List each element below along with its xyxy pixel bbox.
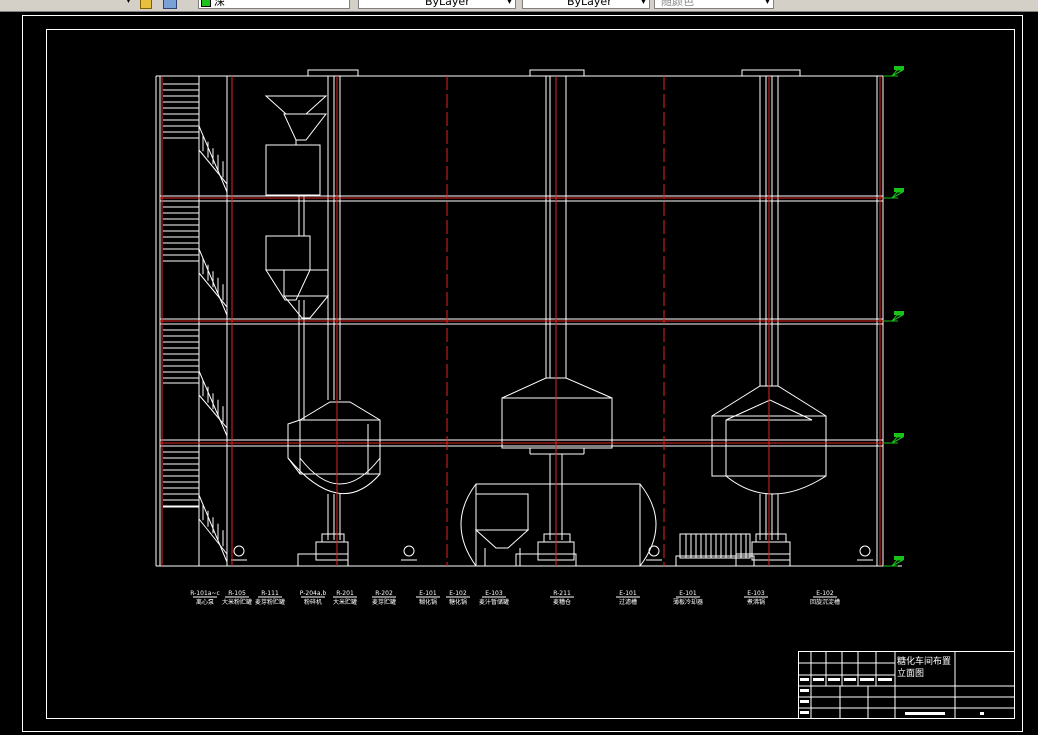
plate-cooler	[675, 533, 755, 567]
lineweight-dropdown[interactable]: 随颜色 ▼	[654, 0, 774, 9]
equipment-name: 麦芽贮罐	[372, 598, 396, 606]
equipment-name: 大米粉贮罐	[222, 598, 252, 606]
equipment-name: 麦汁暂储罐	[479, 598, 509, 606]
lineweight-value: 随颜色	[661, 0, 694, 8]
linetype-value: ByLayer	[567, 0, 612, 8]
equipment-name: 回旋沉淀槽	[810, 598, 840, 606]
linetype-dropdown[interactable]: ByLayer ▼	[522, 0, 650, 9]
equipment-name: 粉碎机	[304, 598, 322, 606]
equipment-tag: E-103	[747, 590, 765, 597]
color-dropdown[interactable]: ByLayer ▼	[358, 0, 516, 9]
equipment-tag: R-201	[336, 590, 354, 597]
title-line1: 糖化车间布置	[897, 655, 951, 667]
equipment-tag: P-204a,b	[300, 590, 327, 597]
layer-color-swatch	[201, 0, 211, 7]
equipment-tag: E-102	[816, 590, 834, 597]
title-block: 糖化车间布置 立面图	[798, 651, 1015, 719]
equipment-name: 麦糟仓	[553, 598, 571, 606]
layer-state-icon[interactable]	[163, 0, 177, 9]
equipment-label-row: R-101a~c离心泵 R-105大米粉贮罐 R-111麦芽粉贮罐 P-204a,b粉…	[190, 590, 840, 606]
chevron-down-icon[interactable]: ▼	[505, 0, 514, 6]
equipment-tag: R-211	[553, 590, 571, 597]
equipment-name: 大米贮罐	[333, 598, 357, 606]
equipment-name: 过滤槽	[619, 598, 637, 606]
drawing-canvas[interactable]: R-101a~c离心泵 R-105大米粉贮罐 R-111麦芽粉贮罐 P-204a,b粉…	[0, 11, 1038, 735]
equipment-tag: R-101a~c	[190, 590, 220, 597]
equipment-name: 糖化锅	[449, 598, 467, 606]
equipment-tag: E-103	[485, 590, 503, 597]
chevron-down-icon[interactable]: ▼	[639, 0, 648, 6]
layer-dropdown[interactable]: 深	[198, 0, 350, 9]
equipment-tag: R-111	[261, 590, 279, 597]
equipment-tag: R-105	[228, 590, 246, 597]
layer-name: 深	[214, 0, 225, 8]
equipment-name: 离心泵	[196, 598, 214, 606]
chevron-down-icon[interactable]: ▼	[763, 0, 772, 6]
equipment-name: 煮沸锅	[747, 598, 765, 606]
layer-icon[interactable]	[140, 0, 152, 9]
color-value: ByLayer	[425, 0, 470, 8]
toolbar-icons[interactable]: ▼	[0, 0, 190, 9]
equipment-name: 麦芽粉贮罐	[255, 598, 285, 606]
axis-centerlines	[160, 76, 883, 566]
equipment-tag: E-101	[419, 590, 437, 597]
equipment-tag: E-101	[619, 590, 637, 597]
pumps	[231, 545, 873, 561]
title-line2: 立面图	[897, 667, 924, 679]
equipment-tag: R-202	[375, 590, 393, 597]
outer-frame	[22, 15, 1023, 732]
equipment-name: 薄板冷却器	[673, 598, 703, 606]
inner-frame	[46, 29, 1015, 719]
equipment-tag: E-101	[679, 590, 697, 597]
equipment-name: 糊化锅	[419, 598, 437, 606]
equipment-tag: E-102	[449, 590, 467, 597]
chevron-down-icon[interactable]: ▼	[124, 0, 133, 5]
mash-tun-left	[287, 401, 381, 567]
elevation-markers	[883, 66, 904, 567]
hopper-mill-group	[264, 76, 341, 420]
